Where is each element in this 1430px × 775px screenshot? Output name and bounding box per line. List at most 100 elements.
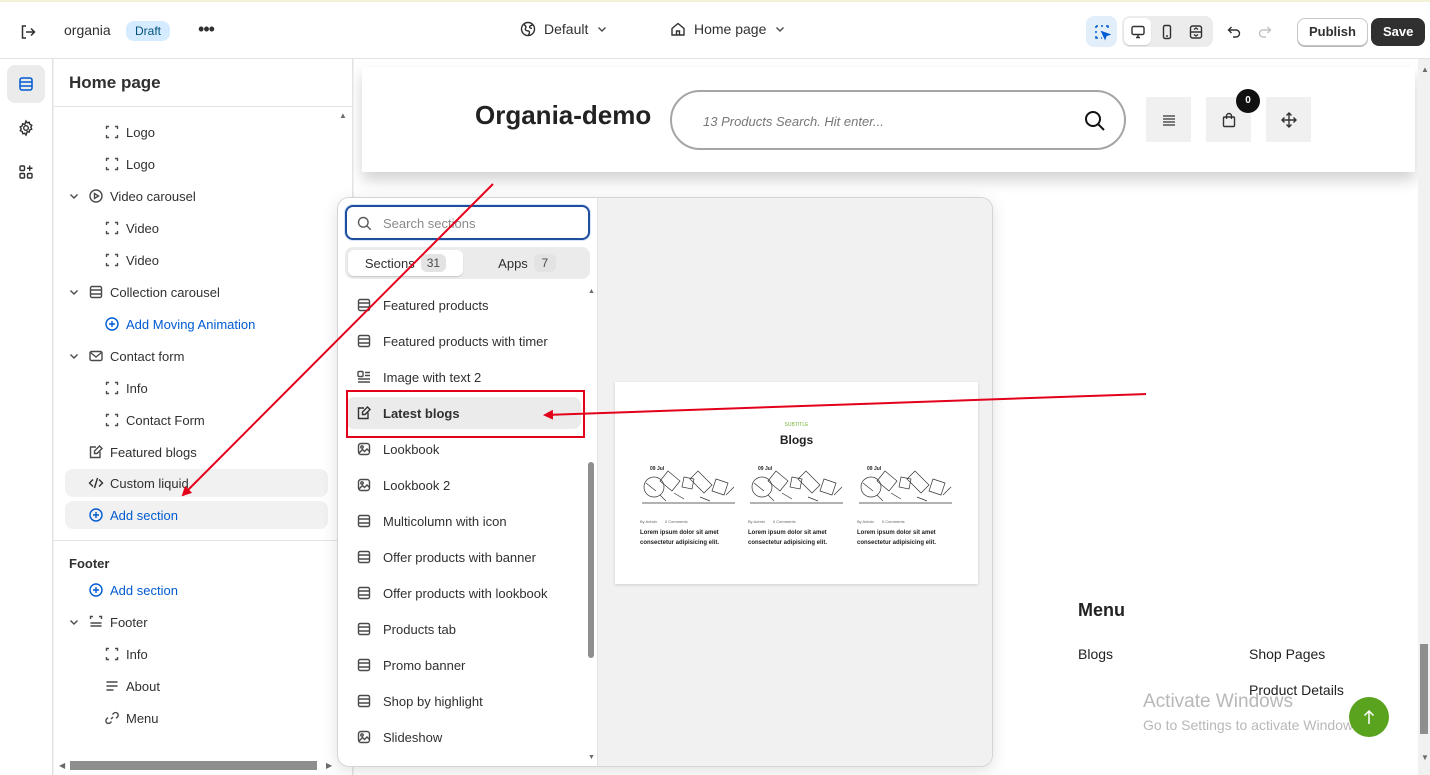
page-selector[interactable]: Home page [670, 21, 786, 37]
section-list-scrollbar[interactable]: ▲ ▼ [587, 286, 595, 764]
rail-sections-button[interactable] [7, 65, 45, 103]
store-brand[interactable]: Organia-demo [475, 100, 651, 131]
scroll-down-arrow[interactable]: ▼ [588, 754, 595, 761]
section-option-label: Offer products with lookbook [383, 585, 548, 601]
section-option-featured-products[interactable]: Featured products [346, 289, 581, 321]
post-author: By Admin [857, 519, 874, 524]
tree-item-contact-form[interactable]: Contact form [67, 342, 184, 370]
footer-add-section-button[interactable]: Add section [87, 576, 178, 604]
add-section-popover: Sections 31 Apps 7 Featured products Fea… [337, 197, 993, 767]
post-author: By Admin [640, 519, 657, 524]
footer-link-blogs[interactable]: Blogs [1078, 646, 1113, 662]
back-to-top-button[interactable] [1349, 697, 1389, 737]
tree-item-label: Info [126, 380, 148, 396]
tab-apps[interactable]: Apps 7 [468, 250, 586, 276]
chevron-down-icon[interactable] [67, 615, 81, 629]
search-sections-input[interactable] [383, 213, 583, 233]
add-section-button[interactable]: Add section [65, 501, 328, 529]
block-icon [103, 251, 121, 269]
tree-item-logo[interactable]: Logo [103, 118, 155, 146]
mobile-view-button[interactable] [1153, 18, 1180, 45]
redo-button[interactable] [1254, 21, 1276, 43]
store-search-bar[interactable]: 13 Products Search. Hit enter... [670, 90, 1126, 150]
footer-link-shop-pages[interactable]: Shop Pages [1249, 646, 1325, 662]
section-option-featured-products-with-timer[interactable]: Featured products with timer [346, 325, 581, 357]
theme-selector[interactable]: Default [520, 21, 608, 37]
scroll-up-arrow[interactable]: ▲ [588, 288, 595, 295]
section-option-slideshow[interactable]: Slideshow [346, 721, 581, 753]
section-option-offer-products-with-banner[interactable]: Offer products with banner [346, 541, 581, 573]
store-menu-button[interactable] [1146, 97, 1191, 142]
rail-apps-button[interactable] [7, 153, 45, 191]
section-option-image-with-text-2[interactable]: Image with text 2 [346, 361, 581, 393]
exit-icon[interactable] [17, 21, 39, 43]
section-option-multicolumn-with-icon[interactable]: Multicolumn with icon [346, 505, 581, 537]
section-option-label: Featured products with timer [383, 333, 548, 349]
windows-watermark-title: Activate Windows [1143, 691, 1293, 712]
shopping-bag-icon [1221, 112, 1237, 128]
section-option-offer-products-with-lookbook[interactable]: Offer products with lookbook [346, 577, 581, 609]
arrow-up-icon [1362, 709, 1376, 725]
preview-blog-post: 09 Jul By Admin 0 Comments Lorem ipsum d… [857, 465, 954, 548]
post-meta: By Admin 0 Comments [857, 519, 954, 524]
scroll-up-arrow[interactable]: ▲ [339, 111, 347, 120]
search-icon [356, 215, 372, 231]
section-option-promo-banner[interactable]: Promo banner [346, 649, 581, 681]
scroll-up-arrow[interactable]: ▲ [1421, 65, 1429, 74]
post-date: 09 Jul [758, 466, 773, 472]
undo-button[interactable] [1223, 21, 1245, 43]
block-icon [103, 379, 121, 397]
tree-item-menu[interactable]: Menu [103, 704, 159, 732]
chevron-down-icon[interactable] [67, 285, 81, 299]
chevron-down-icon [596, 23, 608, 35]
tree-item-collection-carousel[interactable]: Collection carousel [67, 278, 220, 306]
save-button[interactable]: Save [1371, 18, 1426, 46]
section-option-products-tab[interactable]: Products tab [346, 613, 581, 645]
fullscreen-view-button[interactable] [1182, 18, 1209, 45]
section-option-lookbook-2[interactable]: Lookbook 2 [346, 469, 581, 501]
tree-item-label: Collection carousel [110, 284, 220, 300]
scroll-right-arrow[interactable]: ▶ [326, 761, 332, 770]
search-sections-field[interactable] [345, 205, 590, 240]
horizontal-scrollbar[interactable] [70, 761, 317, 770]
tab-count-badge: 7 [533, 254, 556, 272]
tree-item-about[interactable]: About [103, 672, 160, 700]
scroll-thumb[interactable] [1420, 644, 1428, 734]
tree-item-video[interactable]: Video [103, 214, 159, 242]
scroll-down-arrow[interactable]: ▼ [1421, 753, 1429, 762]
more-actions-button[interactable]: ••• [195, 20, 217, 42]
section-icon [355, 548, 373, 566]
rail-settings-button[interactable] [7, 109, 45, 147]
search-icon[interactable] [1083, 109, 1107, 133]
tree-item-info[interactable]: Info [103, 640, 148, 668]
scroll-thumb[interactable] [588, 462, 594, 658]
section-icon [355, 296, 373, 314]
inspector-toggle-button[interactable] [1086, 16, 1117, 47]
block-icon [103, 155, 121, 173]
tree-item-custom-liquid[interactable]: Custom liquid [65, 469, 328, 497]
tree-item-featured-blogs[interactable]: Featured blogs [87, 438, 197, 466]
post-title: Lorem ipsum dolor sit amet consectetur a… [748, 530, 828, 546]
section-option-label: Slideshow [383, 729, 443, 745]
chevron-down-icon[interactable] [67, 349, 81, 363]
publish-button[interactable]: Publish [1297, 18, 1368, 46]
tab-sections[interactable]: Sections 31 [348, 250, 463, 276]
tree-item-label: Info [126, 646, 148, 662]
tree-item-logo[interactable]: Logo [103, 150, 155, 178]
tree-item-label: Logo [126, 156, 155, 172]
tree-item-footer[interactable]: Footer [67, 608, 148, 636]
scroll-left-arrow[interactable]: ◀ [59, 761, 65, 770]
section-icon [355, 584, 373, 602]
tree-item-video[interactable]: Video [103, 246, 159, 274]
store-move-button[interactable] [1266, 97, 1311, 142]
chevron-down-icon[interactable] [67, 189, 81, 203]
add-moving-animation-button[interactable]: Add Moving Animation [103, 310, 255, 338]
move-arrows-icon [1280, 111, 1298, 129]
cart-count-badge: 0 [1236, 89, 1260, 113]
desktop-view-button[interactable] [1124, 18, 1151, 45]
tree-item-info[interactable]: Info [103, 374, 148, 402]
tree-item-contact-form-block[interactable]: Contact Form [103, 406, 205, 434]
preview-vertical-scrollbar[interactable]: ▲ ▼ [1418, 59, 1430, 775]
section-option-shop-by-highlight[interactable]: Shop by highlight [346, 685, 581, 717]
tree-item-video-carousel[interactable]: Video carousel [67, 182, 196, 210]
